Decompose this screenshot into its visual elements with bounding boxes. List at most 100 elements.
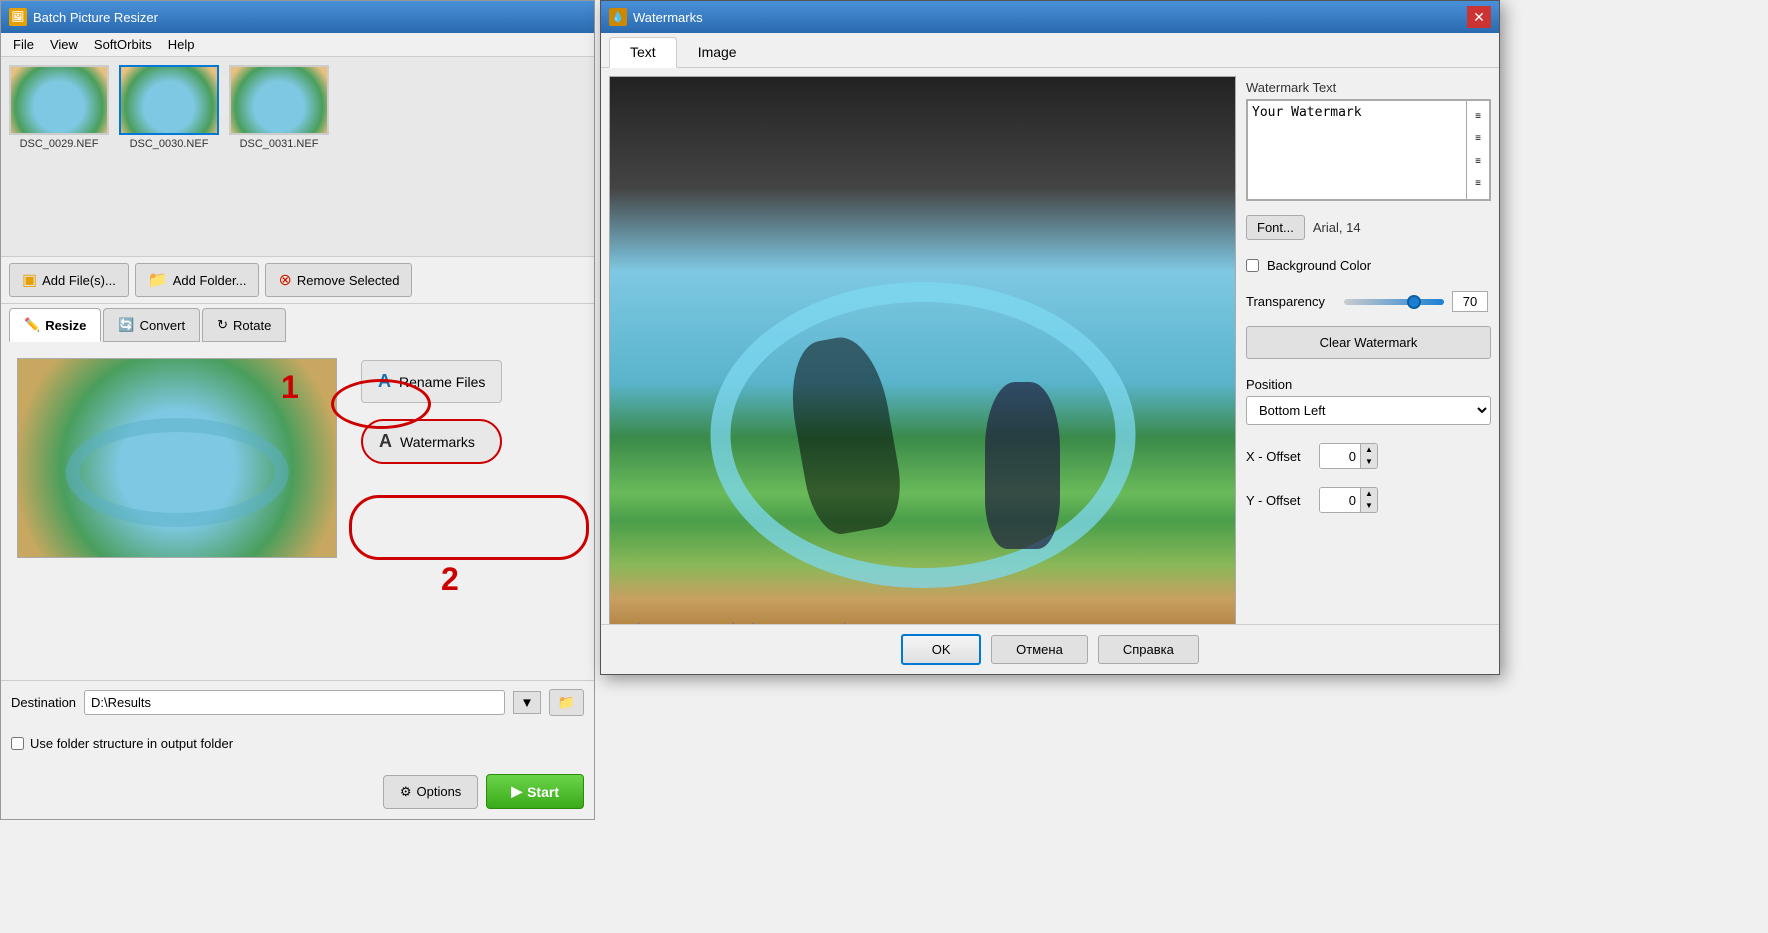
options-label: Options (417, 784, 462, 799)
dialog-titlebar: 💧 Watermarks ✕ (601, 1, 1499, 33)
x-offset-input[interactable] (1320, 444, 1360, 468)
cake-thumb-3 (231, 67, 327, 133)
remove-selected-button[interactable]: ⊗ Remove Selected (265, 263, 412, 297)
destination-bar: Destination ▼ 📁 (1, 680, 594, 724)
dialog-help-button[interactable]: Справка (1098, 635, 1199, 664)
folder-structure-checkbox[interactable] (11, 737, 24, 750)
dialog-titlebar-left: 💧 Watermarks (609, 8, 703, 26)
start-button[interactable]: ▶ Start (486, 774, 584, 809)
x-offset-label: X - Offset (1246, 449, 1311, 464)
x-offset-row: X - Offset ▲ ▼ (1246, 439, 1491, 473)
y-offset-spin-up[interactable]: ▲ (1361, 488, 1377, 500)
clear-watermark-button[interactable]: Clear Watermark (1246, 326, 1491, 359)
app-title: Batch Picture Resizer (33, 10, 158, 25)
dialog-tabs: Text Image (601, 33, 1499, 68)
menu-view[interactable]: View (42, 35, 86, 54)
destination-dropdown-button[interactable]: ▼ (513, 691, 540, 714)
add-folder-label: Add Folder... (173, 273, 247, 288)
add-files-button[interactable]: ▣ Add File(s)... (9, 263, 129, 297)
thumbnail-item-1[interactable]: DSC_0029.NEF (9, 65, 109, 248)
options-gear-icon: ⚙ (400, 784, 412, 800)
tab-resize-label: Resize (45, 318, 86, 333)
font-value: Arial, 14 (1313, 220, 1361, 235)
font-button[interactable]: Font... (1246, 215, 1305, 240)
dialog-icon: 💧 (609, 8, 627, 26)
position-dropdown[interactable]: Bottom Left Bottom Right Top Left Top Ri… (1246, 396, 1491, 425)
cake-thumb-1 (11, 67, 107, 133)
folder-structure-row: Use folder structure in output folder (11, 736, 233, 751)
folder-structure-label: Use folder structure in output folder (30, 736, 233, 751)
remove-selected-label: Remove Selected (297, 273, 400, 288)
y-offset-input[interactable] (1320, 488, 1360, 512)
tab-rotate[interactable]: ↻ Rotate (202, 308, 286, 342)
watermark-text-row: Your Watermark ≡ ≡ ≡ ≡ (1246, 99, 1491, 201)
menu-file[interactable]: File (5, 35, 42, 54)
position-section: Position Bottom Left Bottom Right Top Le… (1246, 369, 1491, 429)
dialog-tab-image-label: Image (698, 44, 737, 60)
bgcolor-row: Background Color (1246, 254, 1491, 277)
x-offset-spin-down[interactable]: ▼ (1361, 456, 1377, 468)
dialog-tab-image[interactable]: Image (677, 37, 758, 67)
x-offset-spin-up[interactable]: ▲ (1361, 444, 1377, 456)
watermark-icon: A (379, 431, 392, 452)
add-folder-button[interactable]: 📁 Add Folder... (135, 263, 260, 297)
watermark-textarea[interactable]: Your Watermark (1247, 100, 1467, 200)
thumb-label-2: DSC_0030.NEF (130, 138, 209, 150)
options-button[interactable]: ⚙ Options (383, 775, 478, 809)
resize-icon: ✏️ (24, 317, 40, 333)
dialog-footer: OK Отмена Справка (601, 624, 1499, 674)
thumbnail-bar: DSC_0029.NEF DSC_0030.NEF DSC_0031.NEF (1, 57, 594, 257)
align-left-button[interactable]: ≡ (1469, 109, 1487, 123)
tab-convert[interactable]: 🔄 Convert (103, 308, 200, 342)
thumb-img-2 (119, 65, 219, 135)
text-align-bar: ≡ ≡ ≡ ≡ (1467, 100, 1490, 200)
remove-icon: ⊗ (278, 270, 291, 290)
dialog-close-button[interactable]: ✕ (1467, 6, 1491, 28)
y-offset-label: Y - Offset (1246, 493, 1311, 508)
font-row: Font... Arial, 14 (1246, 211, 1491, 244)
transparency-slider[interactable] (1344, 299, 1444, 305)
rename-files-button[interactable]: A Rename Files (361, 360, 502, 403)
rename-files-label: Rename Files (399, 374, 485, 390)
transparency-label: Transparency (1246, 294, 1336, 309)
start-options-bar: ⚙ Options ▶ Start (1, 774, 594, 809)
align-right-button[interactable]: ≡ (1469, 154, 1487, 168)
thumbnail-item-2[interactable]: DSC_0030.NEF (119, 65, 219, 248)
y-offset-spinner: ▲ ▼ (1360, 488, 1377, 512)
tab-convert-label: Convert (140, 318, 186, 333)
destination-browse-button[interactable]: 📁 (549, 689, 584, 716)
watermarks-button[interactable]: A Watermarks (361, 419, 502, 464)
align-center-button[interactable]: ≡ (1469, 132, 1487, 146)
dialog-preview-panel (609, 76, 1236, 633)
dialog-cancel-button[interactable]: Отмена (991, 635, 1088, 664)
y-offset-row: Y - Offset ▲ ▼ (1246, 483, 1491, 517)
dialog-ok-button[interactable]: OK (901, 634, 981, 665)
thumbnail-item-3[interactable]: DSC_0031.NEF (229, 65, 329, 248)
y-offset-spin-down[interactable]: ▼ (1361, 500, 1377, 512)
bgcolor-label: Background Color (1267, 258, 1371, 273)
thumb-img-3 (229, 65, 329, 135)
add-folder-icon: 📁 (148, 270, 168, 290)
cake-thumb-2 (121, 67, 217, 133)
app-titlebar: 🖼 Batch Picture Resizer (1, 1, 594, 33)
start-label: Start (527, 784, 559, 800)
app-icon: 🖼 (9, 8, 27, 26)
align-justify-button[interactable]: ≡ (1469, 177, 1487, 191)
destination-label: Destination (11, 695, 76, 710)
watermarks-dialog: 💧 Watermarks ✕ Text Image (600, 0, 1500, 675)
main-preview (17, 358, 337, 558)
destination-input[interactable] (84, 690, 505, 715)
bgcolor-checkbox[interactable] (1246, 259, 1259, 272)
dialog-right-panel: Watermark Text Your Watermark ≡ ≡ ≡ ≡ Fo… (1246, 76, 1491, 633)
menu-help[interactable]: Help (160, 35, 203, 54)
slider-thumb[interactable] (1407, 295, 1421, 309)
watermark-text-section: Watermark Text Your Watermark ≡ ≡ ≡ ≡ (1246, 76, 1491, 201)
y-offset-input-wrap: ▲ ▼ (1319, 487, 1378, 513)
dialog-preview-image (610, 77, 1235, 632)
menu-softorbits[interactable]: SoftOrbits (86, 35, 160, 54)
transparency-input[interactable] (1452, 291, 1488, 312)
app-window: 🖼 Batch Picture Resizer File View SoftOr… (0, 0, 595, 820)
tab-resize[interactable]: ✏️ Resize (9, 308, 101, 342)
dialog-title: Watermarks (633, 10, 703, 25)
dialog-tab-text[interactable]: Text (609, 37, 677, 68)
